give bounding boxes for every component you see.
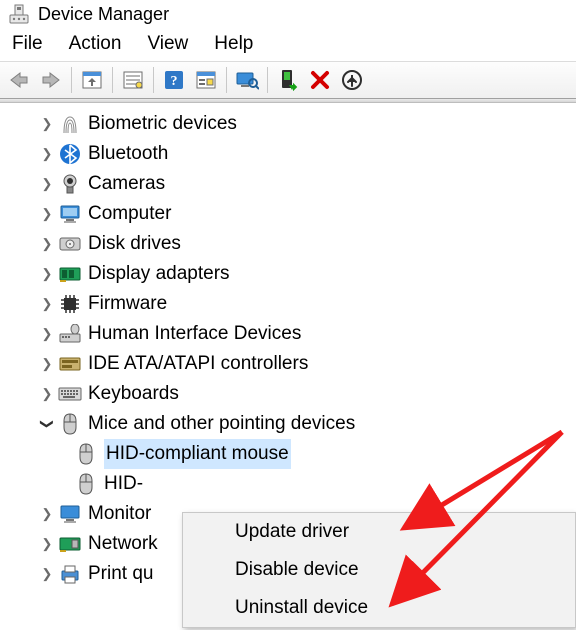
tree-item-label: Network (88, 529, 158, 559)
mouse-icon (74, 472, 98, 496)
expand-icon[interactable]: ❯ (36, 199, 58, 229)
tree-item-label: HID- (104, 469, 143, 499)
expand-icon[interactable]: ❯ (36, 379, 58, 409)
toolbar-separator (112, 67, 113, 93)
window-title: Device Manager (38, 4, 169, 25)
expand-icon[interactable]: ❯ (36, 499, 58, 529)
tree-item-label: Print qu (88, 559, 153, 589)
printer-icon (58, 562, 82, 586)
disk-icon (58, 232, 82, 256)
tree-item-label: Biometric devices (88, 109, 237, 139)
tree-item-keyboards[interactable]: ❯ Keyboards (4, 379, 576, 409)
toolbar: ? (0, 61, 576, 99)
expand-icon[interactable]: ❯ (36, 319, 58, 349)
computer-icon (58, 202, 82, 226)
keyboard-icon (58, 382, 82, 406)
expand-icon[interactable]: ❯ (36, 289, 58, 319)
network-icon (58, 532, 82, 556)
context-menu: Update driver Disable device Uninstall d… (182, 512, 576, 628)
toolbar-separator (153, 67, 154, 93)
display-adapter-icon (58, 262, 82, 286)
tree-item-label: IDE ATA/ATAPI controllers (88, 349, 308, 379)
tree-item-label: Bluetooth (88, 139, 168, 169)
tree-item-disk-drives[interactable]: ❯ Disk drives (4, 229, 576, 259)
toolbar-separator (226, 67, 227, 93)
properties-list-button[interactable] (118, 65, 148, 95)
expand-icon[interactable]: ❯ (36, 559, 58, 589)
tree-item-biometric-devices[interactable]: ❯ Biometric devices (4, 109, 576, 139)
tree-item-firmware[interactable]: ❯ Firmware (4, 289, 576, 319)
monitor-icon (58, 502, 82, 526)
ide-icon (58, 352, 82, 376)
tree-item-label: Keyboards (88, 379, 179, 409)
help-button[interactable]: ? (159, 65, 189, 95)
expand-icon[interactable]: ❯ (36, 229, 58, 259)
tree-item-label: Computer (88, 199, 171, 229)
tree-item-bluetooth[interactable]: ❯ Bluetooth (4, 139, 576, 169)
tree-item-label: Disk drives (88, 229, 181, 259)
tree-item-label: Display adapters (88, 259, 230, 289)
device-manager-icon (8, 3, 30, 25)
svg-text:?: ? (171, 74, 178, 89)
bluetooth-icon (58, 142, 82, 166)
tree-item-ide[interactable]: ❯ IDE ATA/ATAPI controllers (4, 349, 576, 379)
expand-icon[interactable]: ❯ (36, 259, 58, 289)
tree-item-hid-mouse-2[interactable]: HID- (4, 469, 576, 499)
tree-item-label: HID-compliant mouse (104, 439, 291, 469)
tree-item-hid[interactable]: ❯ Human Interface Devices (4, 319, 576, 349)
collapse-icon[interactable]: ❯ (32, 413, 62, 435)
expand-icon[interactable]: ❯ (36, 169, 58, 199)
menu-help[interactable]: Help (214, 33, 253, 55)
tree-item-label: Firmware (88, 289, 167, 319)
enable-device-button[interactable] (273, 65, 303, 95)
expand-icon[interactable]: ❯ (36, 529, 58, 559)
update-driver-button[interactable] (337, 65, 367, 95)
tree-item-computer[interactable]: ❯ Computer (4, 199, 576, 229)
title-bar: Device Manager (0, 0, 576, 27)
tree-item-mice[interactable]: ❯ Mice and other pointing devices (4, 409, 576, 439)
expand-icon[interactable]: ❯ (36, 139, 58, 169)
back-button[interactable] (4, 65, 34, 95)
tree-item-label: Human Interface Devices (88, 319, 301, 349)
scan-hardware-button[interactable] (232, 65, 262, 95)
menu-bar: File Action View Help (0, 27, 576, 61)
tree-item-label: Mice and other pointing devices (88, 409, 355, 439)
firmware-icon (58, 292, 82, 316)
remove-device-button[interactable] (305, 65, 335, 95)
show-hidden-button[interactable] (77, 65, 107, 95)
menu-file[interactable]: File (12, 33, 43, 55)
context-menu-uninstall-device[interactable]: Uninstall device (183, 589, 575, 627)
menu-action[interactable]: Action (69, 33, 122, 55)
context-menu-update-driver[interactable]: Update driver (183, 513, 575, 551)
tree-item-label: Cameras (88, 169, 165, 199)
tree-item-hid-mouse-1[interactable]: HID-compliant mouse (4, 439, 576, 469)
mouse-icon (74, 442, 98, 466)
fingerprint-icon (58, 112, 82, 136)
menu-view[interactable]: View (147, 33, 188, 55)
forward-button[interactable] (36, 65, 66, 95)
tree-item-display-adapters[interactable]: ❯ Display adapters (4, 259, 576, 289)
toolbar-separator (267, 67, 268, 93)
toolbar-separator (71, 67, 72, 93)
action-properties-button[interactable] (191, 65, 221, 95)
camera-icon (58, 172, 82, 196)
tree-item-label: Monitor (88, 499, 151, 529)
hid-icon (58, 322, 82, 346)
expand-icon[interactable]: ❯ (36, 109, 58, 139)
context-menu-disable-device[interactable]: Disable device (183, 551, 575, 589)
expand-icon[interactable]: ❯ (36, 349, 58, 379)
tree-item-cameras[interactable]: ❯ Cameras (4, 169, 576, 199)
